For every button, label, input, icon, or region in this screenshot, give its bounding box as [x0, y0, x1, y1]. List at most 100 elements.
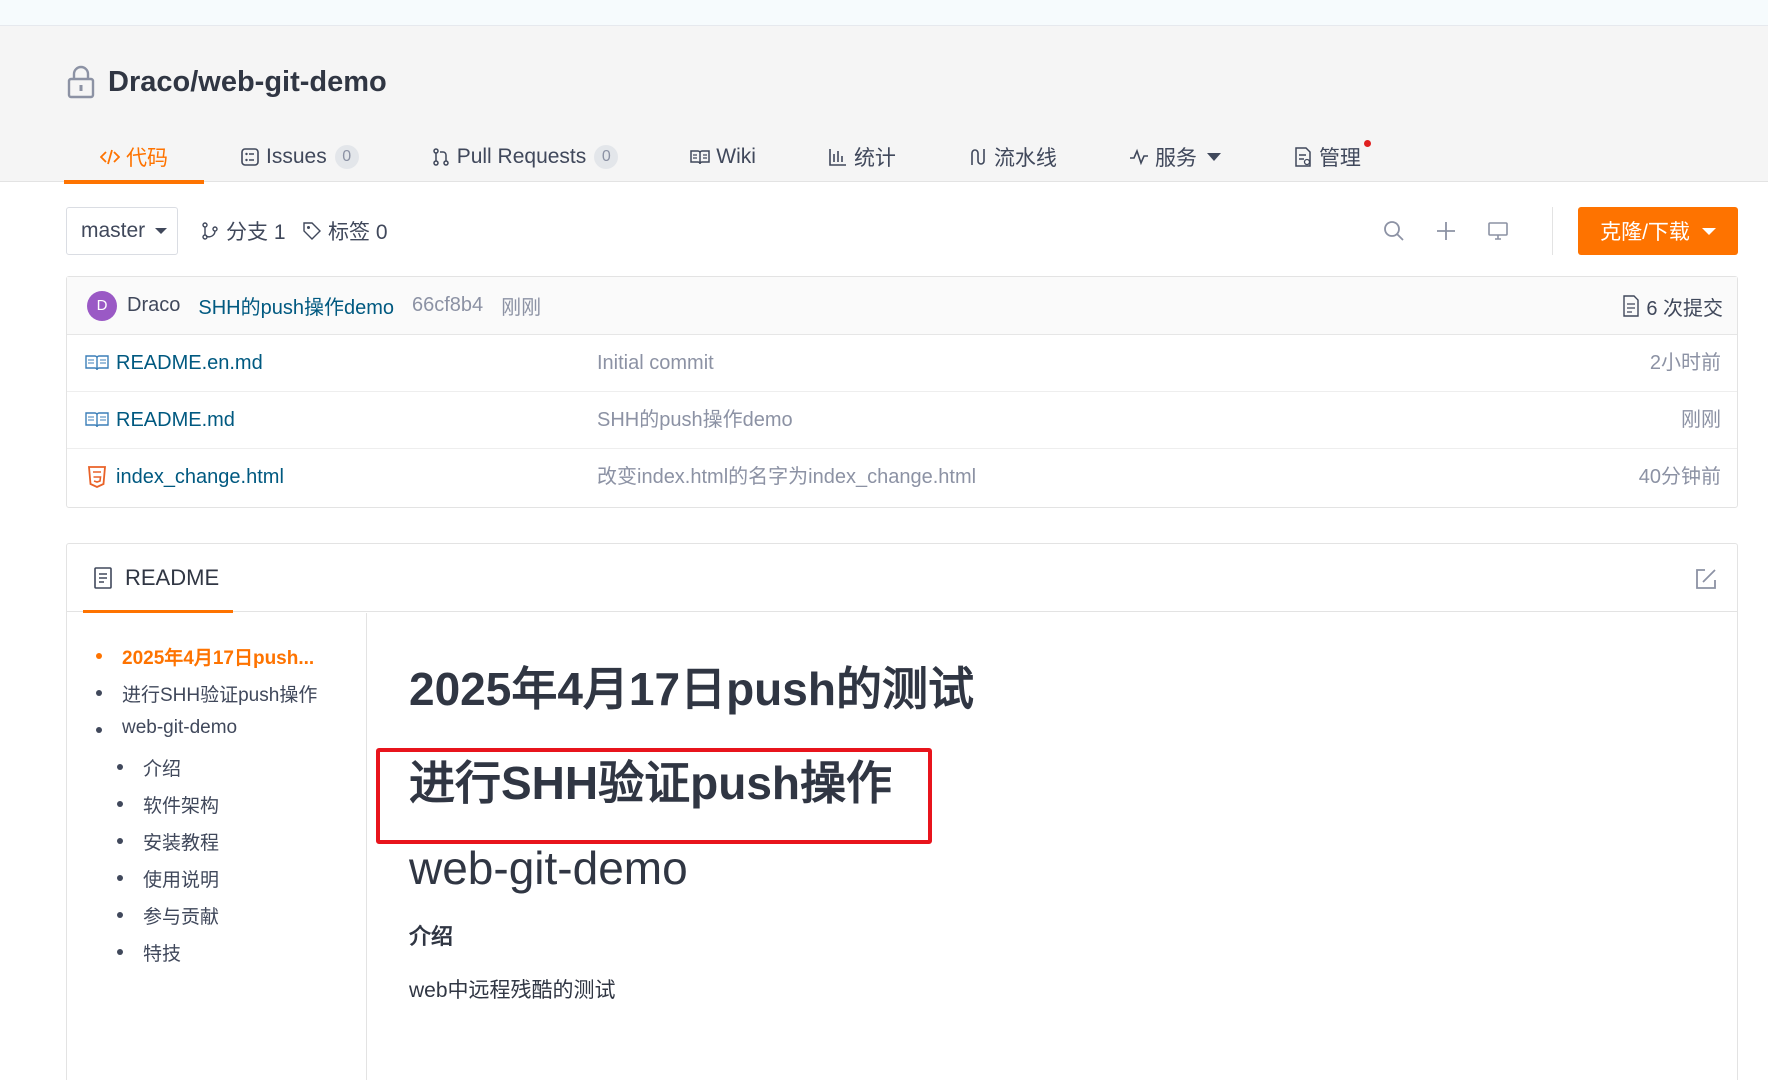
repo-name[interactable]: Draco/web-git-demo [108, 66, 387, 99]
branch-name: master [81, 219, 146, 242]
pr-count-badge: 0 [594, 145, 619, 169]
file-row: README.en.md Initial commit 2小时前 [67, 335, 1737, 392]
pull-request-icon [432, 148, 449, 166]
tags-label: 标签 0 [328, 221, 388, 244]
chevron-down-icon [1701, 227, 1716, 235]
markdown-book-icon [85, 355, 109, 371]
monitor-icon [1488, 222, 1508, 240]
latest-commit-row: D Draco SHH的push操作demo 66cf8b4 刚刚 6 次提交 [67, 277, 1737, 335]
readme-header: README [67, 544, 1737, 613]
service-pulse-icon [1129, 148, 1148, 166]
file-row: index_change.html 改变index.html的名字为index_… [67, 449, 1737, 506]
repo-tabs: 代码 Issues 0 Pull Requests 0 Wiki 统计 流水线 … [64, 132, 1433, 184]
search-button[interactable] [1378, 215, 1410, 247]
tab-manage[interactable]: 管理 [1293, 132, 1371, 182]
tab-label: 统计 [853, 147, 896, 170]
branches-link[interactable]: 分支 1 [200, 207, 286, 255]
tab-label: Issues [266, 145, 327, 168]
toc-item[interactable]: 特技 [116, 939, 181, 966]
commit-message[interactable]: SHH的push操作demo [198, 291, 394, 320]
readme-heading: 2025年4月17日push的测试 [409, 663, 974, 715]
readme-tab[interactable]: README [83, 544, 233, 613]
html5-icon [88, 466, 106, 488]
top-strip [0, 0, 1768, 26]
readme-tab-label: README [125, 565, 220, 590]
file-name-link[interactable]: index_change.html [116, 449, 284, 506]
notification-dot [1363, 140, 1371, 147]
readme-subheading: 介绍 [409, 924, 454, 949]
highlight-box [376, 748, 932, 844]
file-commit-message[interactable]: Initial commit [597, 335, 714, 392]
tab-label: 服务 [1154, 147, 1197, 170]
plus-icon [1437, 222, 1455, 240]
issues-count-badge: 0 [334, 145, 359, 169]
commit-author[interactable]: Draco [127, 294, 180, 317]
code-icon [100, 149, 120, 165]
readme-paragraph: web中远程残酷的测试 [409, 979, 616, 1002]
toc-item[interactable]: 进行SHH验证push操作 [95, 680, 317, 707]
file-list: D Draco SHH的push操作demo 66cf8b4 刚刚 6 次提交 … [66, 276, 1738, 508]
tab-issues[interactable]: Issues 0 [240, 132, 359, 182]
repo-toolbar: master 分支 1 标签 0 克隆/下载 [66, 207, 1738, 255]
file-commit-message[interactable]: 改变index.html的名字为index_change.html [597, 449, 976, 506]
tab-label: 流水线 [993, 147, 1057, 170]
tab-pipeline[interactable]: 流水线 [968, 132, 1057, 182]
file-time: 刚刚 [1681, 409, 1721, 431]
issues-icon [241, 148, 259, 166]
commits-doc-icon [1623, 295, 1640, 317]
file-name-link[interactable]: README.en.md [116, 335, 263, 392]
lock-icon [67, 65, 95, 99]
tab-wiki[interactable]: Wiki [690, 132, 756, 182]
tab-service[interactable]: 服务 [1129, 132, 1221, 182]
commits-count-label: 6 次提交 [1646, 297, 1723, 320]
tab-label: Pull Requests [456, 145, 587, 168]
add-file-button[interactable] [1430, 215, 1462, 247]
readme-content: 2025年4月17日push的测试 进行SHH验证push操作 web-git-… [368, 613, 1737, 1080]
branch-icon [202, 222, 218, 240]
tab-label: 管理 [1318, 147, 1361, 170]
file-time: 40分钟前 [1638, 466, 1721, 488]
toc-item[interactable]: 使用说明 [116, 865, 219, 892]
chevron-down-icon [1206, 153, 1221, 161]
markdown-book-icon [85, 412, 109, 428]
file-commit-message[interactable]: SHH的push操作demo [597, 392, 793, 449]
commit-time: 刚刚 [501, 297, 542, 319]
branches-label: 分支 1 [226, 221, 286, 244]
tab-stats[interactable]: 统计 [828, 132, 896, 182]
readme-doc-icon [94, 567, 112, 589]
tab-label: Wiki [716, 145, 756, 168]
tab-pull-requests[interactable]: Pull Requests 0 [431, 132, 619, 182]
commit-sha[interactable]: 66cf8b4 [412, 294, 483, 317]
tags-link[interactable]: 标签 0 [302, 207, 388, 255]
toc-item[interactable]: 软件架构 [116, 791, 219, 818]
toc-item[interactable]: 介绍 [116, 754, 181, 781]
toc-item[interactable]: 安装教程 [116, 828, 219, 855]
branch-select[interactable]: master [66, 207, 178, 255]
pipeline-icon [971, 149, 985, 165]
clone-label: 克隆/下载 [1600, 221, 1690, 244]
chevron-down-icon [155, 228, 168, 234]
toc-item[interactable]: 参与贡献 [116, 902, 219, 929]
tag-icon [303, 222, 321, 240]
readme-heading: web-git-demo [409, 842, 688, 894]
tab-label: 代码 [126, 147, 168, 170]
edit-icon[interactable] [1693, 566, 1719, 592]
clone-download-button[interactable]: 克隆/下载 [1578, 207, 1738, 255]
stats-chart-icon [829, 149, 846, 166]
readme-toc: 2025年4月17日push... 进行SHH验证push操作 web-git-… [67, 613, 367, 1080]
toolbar-divider [1552, 207, 1553, 255]
tab-code[interactable]: 代码 [64, 132, 204, 184]
manage-doc-icon [1295, 147, 1311, 167]
avatar[interactable]: D [87, 290, 117, 321]
file-time: 2小时前 [1649, 352, 1721, 374]
file-row: README.md SHH的push操作demo 刚刚 [67, 392, 1737, 449]
repo-title: Draco/web-git-demo [66, 62, 387, 102]
file-name-link[interactable]: README.md [116, 392, 235, 449]
commits-link[interactable]: 6 次提交 [1622, 277, 1723, 335]
wiki-book-icon [690, 150, 711, 165]
search-icon [1384, 221, 1404, 241]
toc-item[interactable]: 2025年4月17日push... [95, 643, 314, 670]
repo-header: Draco/web-git-demo 代码 Issues 0 Pull Requ… [0, 26, 1768, 184]
web-ide-button[interactable] [1482, 215, 1514, 247]
toc-item[interactable]: web-git-demo [95, 717, 237, 739]
